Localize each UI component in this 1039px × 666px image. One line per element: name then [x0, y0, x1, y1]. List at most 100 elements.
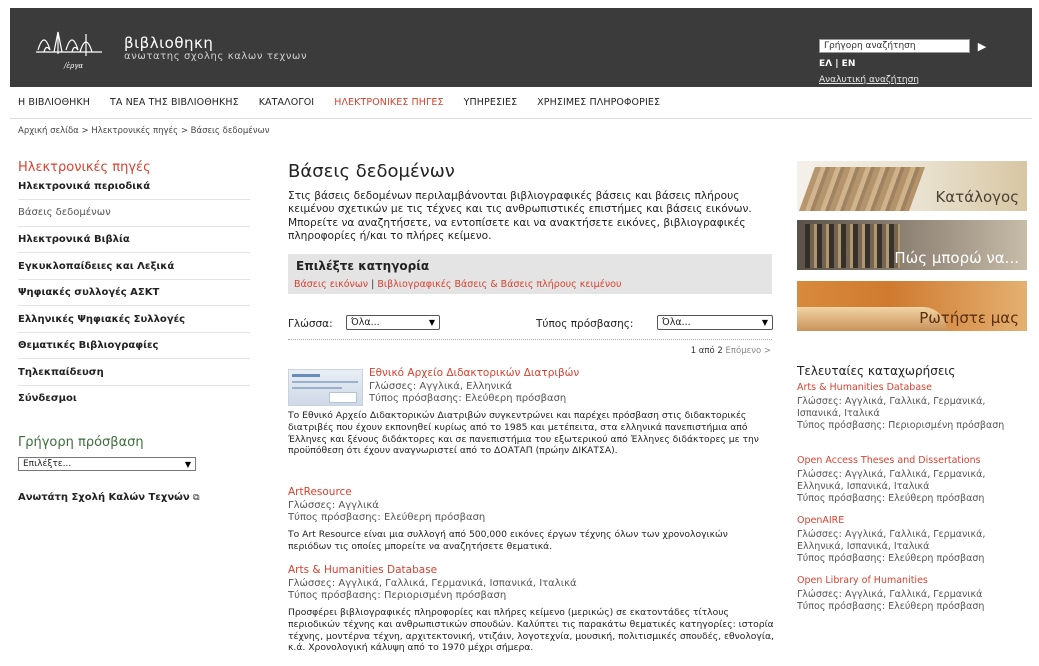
sidebar-title: Ηλεκτρονικές πηγές [18, 160, 151, 175]
recent-entries-title: Τελευταίες καταχωρήσεις [797, 364, 956, 378]
play-arrow-icon: ▶ [977, 40, 987, 53]
sidebar-item-encyclopedias[interactable]: Εγκυκλοπαίδειες και Λεξικά [18, 261, 174, 272]
catalog-promo[interactable]: Κατάλογος [797, 161, 1027, 211]
recent-entry-access: Τύπος πρόσβασης: Ελεύθερη πρόσβαση [797, 493, 985, 504]
shelves-image [805, 224, 900, 268]
sidebar-divider [18, 279, 250, 280]
entry-access: Τύπος πρόσβασης: Περιορισμένη πρόσβαση [288, 590, 507, 601]
quick-access-title: Γρήγορη πρόσβαση [18, 435, 144, 450]
sidebar-divider [18, 252, 250, 253]
breadcrumb-home[interactable]: Αρχική σελίδα [18, 126, 79, 136]
how-to-promo[interactable]: Πώς μπορώ να... [797, 220, 1027, 270]
how-to-promo-label: Πώς μπορώ να... [894, 249, 1019, 267]
recent-entry-languages: Γλώσσες: Αγγλικά, Γαλλικά, Γερμανικά, Ελ… [797, 529, 986, 552]
access-filter-value: Όλα... [662, 317, 691, 328]
sidebar-item-askt-collections[interactable]: Ψηφιακές συλλογές ΑΣΚΤ [18, 287, 159, 298]
breadcrumb-current: Βάσεις δεδομένων [190, 126, 270, 136]
category-links: Βάσεις εικόνων | Βιβλιογραφικές Βάσεις &… [294, 279, 621, 290]
ask-us-promo[interactable]: Ρωτήστε μας [797, 281, 1027, 331]
breadcrumb-section[interactable]: Ηλεκτρονικές πηγές [91, 126, 178, 136]
nav-useful-info[interactable]: ΧΡΗΣΙΜΕΣ ΠΛΗΡΟΦΟΡΙΕΣ [537, 97, 660, 111]
access-filter-select[interactable]: Όλα... ▼ [657, 315, 773, 330]
pager-status: 1 από 2 [690, 346, 723, 356]
quick-search-input[interactable] [819, 39, 970, 53]
recent-entry-title[interactable]: OpenAIRE [797, 515, 844, 526]
recent-entry-title[interactable]: Open Library of Humanities [797, 575, 928, 586]
filters-divider [288, 339, 772, 340]
recent-entry-title[interactable]: Arts & Humanities Database [797, 382, 932, 393]
category-title: Επιλέξτε κατηγορία [296, 259, 430, 273]
entry-thumbnail[interactable] [288, 369, 363, 406]
catalog-promo-label: Κατάλογος [935, 188, 1019, 206]
language-filter-label: Γλώσσα: [288, 318, 333, 330]
pager: 1 από 2 Επόμενο > [691, 346, 771, 356]
chevron-down-icon: ▼ [428, 318, 435, 327]
askt-link-label: Ανωτάτη Σχολή Καλών Τεχνών [18, 492, 190, 503]
recent-entry-languages: Γλώσσες: Αγγλικά, Γαλλικά, Γερμανικά, Ισ… [797, 396, 986, 419]
quick-access-value: Επιλέξτε... [23, 459, 72, 469]
intro-text: Στις βάσεις δεδομένων περιλαμβάνονται βι… [288, 190, 752, 243]
nav-catalogs[interactable]: ΚΑΤΑΛΟΓΟΙ [259, 97, 314, 111]
entry-languages: Γλώσσες: Αγγλικά, Ελληνικά [369, 381, 513, 392]
recent-entry-access: Τύπος πρόσβασης: Ελεύθερη πρόσβαση [797, 553, 985, 564]
main-nav: Η ΒΙΒΛΙΟΘΗΚΗ ΤΑ ΝΕΑ ΤΗΣ ΒΙΒΛΙΟΘΗΚΗΣ ΚΑΤΑ… [18, 97, 660, 111]
entry-description: Το Εθνικό Αρχείο Διδακτορικών Διατριβών … [288, 410, 759, 457]
entry-description: Προσφέρει βιβλιογραφικές πληροφορίες και… [288, 607, 774, 654]
access-filter-label: Τύπος πρόσβασης: [536, 318, 634, 330]
recent-entry-access: Τύπος πρόσβασης: Ελεύθερη πρόσβαση [797, 601, 985, 612]
external-link-icon: ⧉ [193, 493, 200, 503]
sidebar-item-bibliographies[interactable]: Θεματικές Βιβλιογραφίες [18, 340, 158, 351]
sidebar-item-links[interactable]: Σύνδεσμοι [18, 393, 77, 404]
sidebar-divider [18, 332, 250, 333]
breadcrumb: Αρχική σελίδα > Ηλεκτρονικές πηγές > Βάσ… [18, 126, 269, 136]
pager-next-link[interactable]: Επόμενο > [726, 346, 771, 356]
askt-external-link[interactable]: Ανωτάτη Σχολή Καλών Τεχνών ⧉ [18, 492, 200, 503]
language-filter-select[interactable]: Όλα... ▼ [346, 315, 440, 330]
entry-languages: Γλώσσες: Αγγλικά, Γαλλικά, Γερμανικά, Ισ… [288, 578, 577, 589]
entry-description: Το Art Resource είναι μια συλλογή από 50… [288, 529, 728, 552]
recent-entry-languages: Γλώσσες: Αγγλικά, Γαλλικά, Γερμανικά, Ελ… [797, 469, 986, 492]
recent-entry-title[interactable]: Open Access Theses and Dissertations [797, 455, 981, 466]
sidebar-divider [18, 385, 250, 386]
entry-languages: Γλώσσες: Αγγλικά [288, 500, 379, 511]
entry-title[interactable]: ArtResource [288, 486, 352, 498]
chevron-down-icon: ▼ [761, 318, 768, 327]
category-box: Επιλέξτε κατηγορία Βάσεις εικόνων | Βιβλ… [288, 254, 772, 294]
breadcrumb-separator: > [180, 126, 188, 136]
library-logo[interactable]: /ἐργα [32, 22, 106, 72]
sidebar-item-ebooks[interactable]: Ηλεκτρονικά Βιβλία [18, 234, 130, 245]
language-switch[interactable]: ΕΛ | EN [819, 59, 855, 69]
category-bibliographic-databases[interactable]: Βιβλιογραφικές Βάσεις & Βάσεις πλήρους κ… [377, 279, 621, 290]
site-title[interactable]: βιβλιοθηκη [124, 34, 213, 52]
svg-text:/ἐργα: /ἐργα [63, 61, 83, 70]
sidebar-item-greek-collections[interactable]: Ελληνικές Ψηφιακές Συλλογές [18, 314, 185, 325]
sidebar-item-databases[interactable]: Βάσεις δεδομένων [18, 207, 111, 218]
nav-library[interactable]: Η ΒΙΒΛΙΟΘΗΚΗ [18, 97, 90, 111]
advanced-search-link[interactable]: Αναλυτική αναζήτηση [819, 75, 919, 85]
nav-electronic-sources[interactable]: ΗΛΕΚΤΡΟΝΙΚΕΣ ΠΗΓΕΣ [334, 97, 443, 111]
entry-title[interactable]: Arts & Humanities Database [288, 564, 437, 576]
sidebar-item-elearning[interactable]: Τηλεκπαίδευση [18, 367, 104, 378]
search-go-button[interactable]: ▶ [975, 38, 989, 54]
site-header: /ἐργα βιβλιοθηκη ανωτατης σχολης καλων τ… [10, 8, 1032, 87]
ask-us-promo-label: Ρωτήστε μας [919, 309, 1019, 327]
entry-access: Τύπος πρόσβασης: Ελεύθερη πρόσβαση [288, 512, 486, 523]
language-filter-value: Όλα... [351, 317, 380, 328]
sidebar-divider [18, 199, 250, 200]
sidebar-divider [18, 226, 250, 227]
quick-access-select[interactable]: Επιλέξτε... ▼ [18, 457, 196, 471]
breadcrumb-separator: > [81, 126, 89, 136]
entry-access: Τύπος πρόσβασης: Ελεύθερη πρόσβαση [369, 393, 567, 404]
sidebar-divider [18, 305, 250, 306]
books-image [798, 167, 926, 211]
nav-news[interactable]: ΤΑ ΝΕΑ ΤΗΣ ΒΙΒΛΙΟΘΗΚΗΣ [110, 97, 239, 111]
entry-title[interactable]: Εθνικό Αρχείο Διδακτορικών Διατριβών [369, 367, 579, 379]
category-separator: | [371, 279, 375, 290]
sidebar-divider [18, 358, 250, 359]
chevron-down-icon: ▼ [184, 459, 191, 469]
nav-services[interactable]: ΥΠΗΡΕΣΙΕΣ [464, 97, 518, 111]
sidebar-item-journals[interactable]: Ηλεκτρονικά περιοδικά [18, 181, 150, 192]
recent-entry-languages: Γλώσσες: Αγγλικά, Γαλλικά, Γερμανικά [797, 589, 983, 600]
category-image-databases[interactable]: Βάσεις εικόνων [294, 279, 368, 290]
site-subtitle: ανωτατης σχολης καλων τεχνων [124, 51, 308, 62]
